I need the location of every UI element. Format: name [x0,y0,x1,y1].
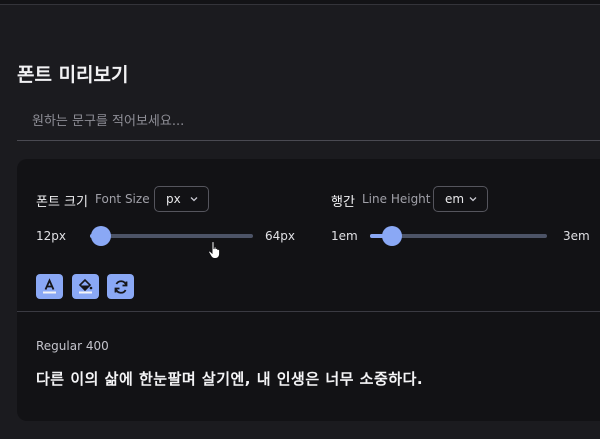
fill-color-button[interactable] [72,274,99,299]
top-panel [0,0,600,5]
hand-cursor-icon [208,241,221,259]
chevron-down-icon [469,197,477,202]
reset-icon [114,279,127,294]
line-height-max-label: 3em [563,229,590,243]
line-height-unit-select[interactable]: em [433,186,488,212]
chevron-down-icon [190,197,198,202]
reset-button[interactable] [107,274,134,299]
line-height-sublabel: Line Height [362,192,431,206]
line-height-label: 행간 [331,195,355,210]
font-size-label: 폰트 크기 [36,195,88,210]
font-size-unit-value: px [166,192,181,206]
line-height-slider[interactable] [370,226,547,246]
font-size-sublabel: Font Size [95,192,150,206]
line-height-slider-thumb[interactable] [382,226,403,246]
font-size-slider-thumb[interactable] [91,226,111,246]
font-weight-label: Regular 400 [36,339,109,353]
line-height-unit-value: em [445,192,465,206]
preview-sample-text: 다른 이의 삶에 한눈팔며 살기엔, 내 인생은 너무 소중하다. [36,370,424,388]
divider [17,311,600,312]
font-size-max-label: 64px [265,229,295,243]
font-size-slider[interactable] [90,226,253,246]
line-height-min-label: 1em [331,229,358,243]
section-title: 폰트 미리보기 [17,64,129,86]
fill-color-icon [78,278,93,294]
font-size-unit-select[interactable]: px [154,186,209,212]
font-size-min-label: 12px [36,229,66,243]
text-color-icon [43,278,56,294]
preview-text-input[interactable] [17,103,600,141]
text-color-button[interactable] [36,274,63,299]
